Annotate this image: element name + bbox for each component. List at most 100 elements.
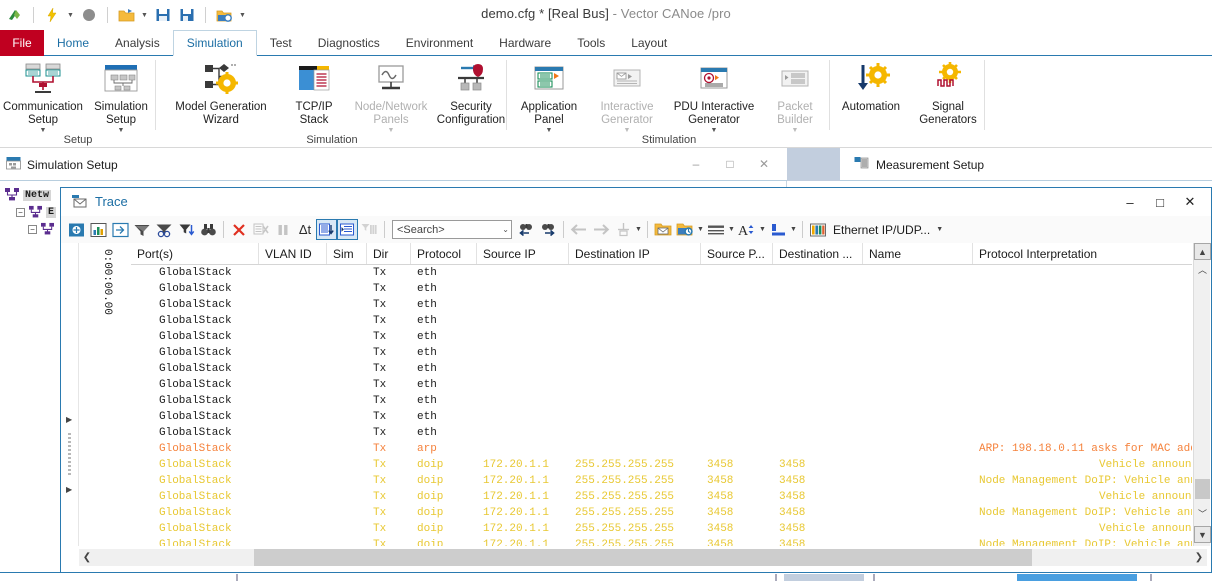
ribbon-item-application-panel[interactable]: Application Panel ▼ (510, 60, 588, 134)
horizontal-scroll-thumb[interactable] (254, 549, 1032, 566)
row-display-icon[interactable] (705, 219, 727, 241)
trace-close-button[interactable]: ✕ (1175, 191, 1205, 213)
trace-minimize-button[interactable]: – (1115, 191, 1145, 213)
find-binoculars-icon[interactable] (197, 219, 219, 241)
tree-row[interactable]: − (4, 221, 56, 238)
table-row[interactable]: GlobalStack Tx eth (131, 345, 1192, 361)
scroll-bottom-button[interactable]: ▼ (1194, 526, 1211, 543)
table-row[interactable]: GlobalStack Tx doip 172.20.1.1 255.255.255.2… (131, 505, 1192, 521)
ribbon-item-tcpip-stack[interactable]: TCP/IP Stack (283, 60, 345, 127)
column-header-name[interactable]: Name (863, 243, 973, 264)
table-row[interactable]: GlobalStack Tx doip 172.20.1.1 255.255.255.2… (131, 457, 1192, 473)
find-next-icon[interactable] (537, 219, 559, 241)
chevron-down-icon[interactable]: ▼ (40, 127, 47, 134)
table-row[interactable]: GlobalStack Tx eth (131, 313, 1192, 329)
ribbon-tab-home[interactable]: Home (44, 30, 102, 56)
table-row[interactable]: GlobalStack Tx eth (131, 361, 1192, 377)
ribbon-tab-simulation[interactable]: Simulation (172, 30, 257, 56)
column-header-interp[interactable]: Protocol Interpretation (973, 243, 1212, 264)
column-layout-icon[interactable] (807, 219, 829, 241)
scroll-up-button[interactable]: ︿ (1194, 261, 1211, 278)
table-row[interactable]: GlobalStack Tx eth (131, 393, 1192, 409)
ribbon-tab-analysis[interactable]: Analysis (102, 30, 173, 56)
column-layout-label[interactable]: Ethernet IP/UDP... (833, 223, 930, 237)
chevron-down-icon[interactable]: ▼ (935, 226, 944, 233)
maximize-button[interactable]: □ (715, 154, 745, 174)
ribbon-item-pdu-interactive-generator[interactable]: PDU Interactive Generator ▼ (666, 60, 762, 134)
statistics-icon[interactable] (87, 219, 109, 241)
scroll-to-bottom-icon[interactable] (316, 219, 337, 240)
scroll-left-button[interactable]: ❮ (79, 549, 95, 566)
table-row[interactable]: GlobalStack Tx eth (131, 281, 1192, 297)
ribbon-tab-diagnostics[interactable]: Diagnostics (305, 30, 393, 56)
table-row[interactable]: GlobalStack Tx eth (131, 425, 1192, 441)
ribbon-item-security-configuration[interactable]: Security Configuration (437, 60, 505, 127)
delta-time-icon[interactable]: Δt (294, 219, 316, 241)
analysis-filter-icon[interactable] (153, 219, 175, 241)
document-tab-simulation-setup[interactable]: Simulation Setup – □ ✕ (0, 148, 787, 181)
trace-maximize-button[interactable]: □ (1145, 191, 1175, 213)
ribbon-tab-tools[interactable]: Tools (564, 30, 618, 56)
find-previous-icon[interactable] (515, 219, 537, 241)
scroll-top-button[interactable]: ▲ (1194, 243, 1211, 260)
sort-filter-icon[interactable] (175, 219, 197, 241)
bottom-tab-active[interactable] (1017, 574, 1137, 581)
table-row[interactable]: GlobalStack Tx eth (131, 409, 1192, 425)
chevron-down-icon[interactable]: ▼ (758, 226, 767, 233)
expand-rows-icon[interactable] (337, 219, 358, 240)
ribbon-tab-hardware[interactable]: Hardware (486, 30, 564, 56)
colors-icon[interactable] (767, 219, 789, 241)
column-header-ports[interactable]: Port(s) (131, 243, 259, 264)
chevron-down-icon[interactable]: ▼ (118, 127, 125, 134)
ribbon-tab-layout[interactable]: Layout (618, 30, 680, 56)
row-expander-icon[interactable]: ▶ (66, 415, 72, 424)
row-expander-icon[interactable]: ▶ (66, 485, 72, 494)
column-header-src_port[interactable]: Source P... (701, 243, 773, 264)
table-row[interactable]: GlobalStack Tx eth (131, 297, 1192, 313)
chevron-down-icon[interactable]: ▼ (696, 226, 705, 233)
ribbon-item-automation[interactable]: Automation (831, 60, 911, 114)
scroll-right-button[interactable]: ❯ (1191, 549, 1207, 566)
column-header-protocol[interactable]: Protocol (411, 243, 477, 264)
minimize-button[interactable]: – (681, 154, 711, 174)
trace-vertical-scrollbar[interactable]: ▲ ︿ ﹀ ▼ (1193, 243, 1211, 546)
bottom-tab-inactive[interactable] (784, 574, 864, 581)
chevron-down-icon[interactable]: ▼ (711, 127, 718, 134)
trace-horizontal-scrollbar[interactable]: ❮ ❯ (79, 549, 1207, 566)
table-row[interactable]: GlobalStack Tx eth (131, 377, 1192, 393)
search-input[interactable]: <Search> ⌄ (392, 220, 512, 239)
close-button[interactable]: ✕ (749, 154, 779, 174)
table-row[interactable]: GlobalStack Tx arp ARP: 198.18.0.11 asks fo… (131, 441, 1192, 457)
ribbon-tab-environment[interactable]: Environment (393, 30, 486, 56)
column-header-src_ip[interactable]: Source IP (477, 243, 569, 264)
chevron-down-icon[interactable]: ⌄ (502, 225, 509, 234)
column-header-dst_ip[interactable]: Destination IP (569, 243, 701, 264)
logging-config-icon[interactable] (674, 219, 696, 241)
vertical-scroll-thumb[interactable] (1195, 479, 1210, 499)
ribbon-item-communication-setup[interactable]: Communication Setup ▼ (0, 60, 86, 134)
column-header-vlan[interactable]: VLAN ID (259, 243, 327, 264)
ribbon-item-model-generation-wizard[interactable]: Model Generation Wizard (159, 60, 283, 127)
column-header-sim[interactable]: Sim (327, 243, 367, 264)
font-size-icon[interactable]: A (736, 219, 758, 241)
table-row[interactable]: GlobalStack Tx doip 172.20.1.1 255.255.255.2… (131, 521, 1192, 537)
table-row[interactable]: GlobalStack Tx doip 172.20.1.1 255.255.255.2… (131, 473, 1192, 489)
tree-collapse-icon[interactable]: − (28, 225, 37, 234)
scroll-down-button[interactable]: ﹀ (1194, 505, 1211, 522)
table-row[interactable]: GlobalStack Tx eth (131, 329, 1192, 345)
column-header-dst_port[interactable]: Destination ... (773, 243, 863, 264)
ribbon-tab-test[interactable]: Test (257, 30, 305, 56)
table-row[interactable]: GlobalStack Tx eth (131, 265, 1192, 281)
open-logging-file-icon[interactable] (652, 219, 674, 241)
insert-column-icon[interactable] (109, 219, 131, 241)
measurement-setup-icon[interactable] (65, 219, 87, 241)
filter-messages-icon[interactable] (131, 219, 153, 241)
document-tab-measurement-setup[interactable]: Measurement Setup (840, 148, 1212, 181)
ribbon-item-signal-generators[interactable]: Signal Generators (911, 60, 985, 127)
tree-row[interactable]: − E (4, 204, 57, 221)
ribbon-item-simulation-setup[interactable]: Simulation Setup ▼ (86, 60, 156, 134)
chevron-down-icon[interactable]: ▼ (546, 127, 553, 134)
chevron-down-icon[interactable]: ▼ (727, 226, 736, 233)
tree-row[interactable]: Netw (4, 187, 56, 204)
table-row[interactable]: GlobalStack Tx doip 172.20.1.1 255.255.255.2… (131, 489, 1192, 505)
